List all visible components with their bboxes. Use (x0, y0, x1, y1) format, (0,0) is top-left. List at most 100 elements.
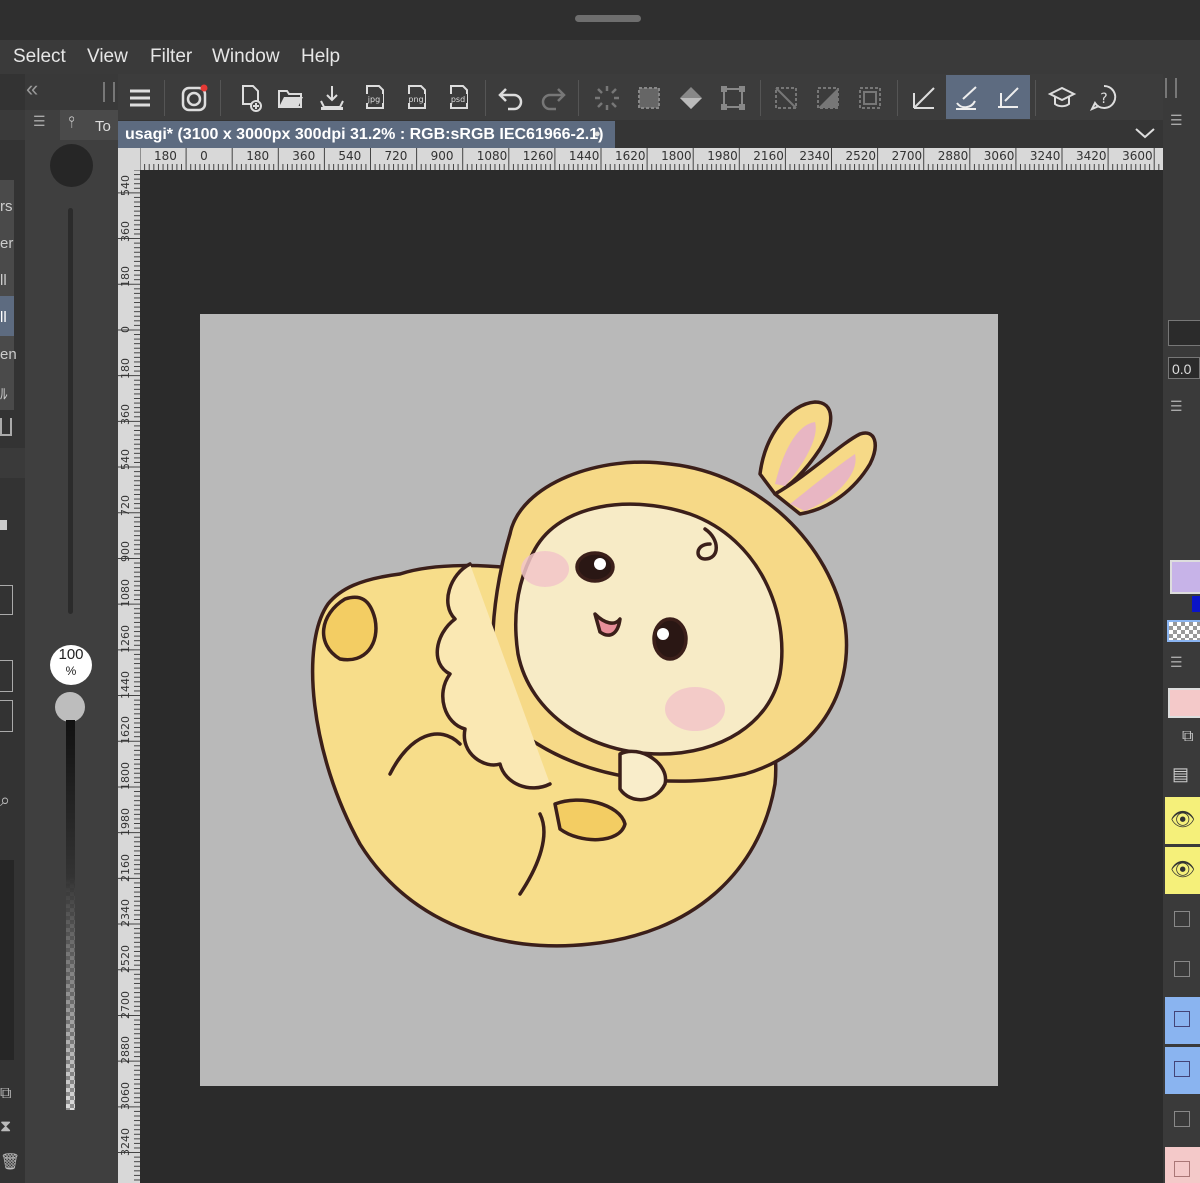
search-icon[interactable]: ⌕ (0, 790, 10, 811)
menu-view[interactable]: View (87, 46, 128, 68)
ruler-label: 0 (200, 149, 208, 163)
visibility-checkbox[interactable] (1174, 1111, 1190, 1127)
undo-button[interactable] (491, 78, 531, 118)
transform-button[interactable] (713, 78, 753, 118)
clear-selection-icon (595, 86, 619, 110)
checkbox-checked[interactable] (0, 585, 13, 615)
menu-icon[interactable]: ☰ (1170, 654, 1183, 671)
visibility-checkbox[interactable] (1174, 911, 1190, 927)
drag-handle-icon[interactable] (103, 82, 115, 102)
visibility-checkbox[interactable] (1174, 1061, 1190, 1077)
menu-icon[interactable]: ☰ (33, 113, 46, 130)
opacity-slider-knob[interactable] (55, 692, 85, 722)
trash-icon[interactable]: 🗑 (0, 1152, 20, 1172)
redo-button[interactable] (533, 78, 573, 118)
selection-border-button[interactable] (850, 78, 890, 118)
drag-handle-icon[interactable] (1165, 78, 1177, 98)
eye-icon[interactable]: 👁 (1170, 807, 1195, 832)
ruler-label: 900 (119, 540, 132, 562)
ruler-label: 360 (292, 149, 316, 163)
ruler-label: 2160 (119, 853, 132, 882)
export-jpg-icon: jpg (365, 85, 384, 109)
layer-color-swatch[interactable] (1168, 688, 1200, 718)
layer-row[interactable] (1165, 1047, 1200, 1094)
new-file-button[interactable] (230, 78, 270, 118)
open-file-button[interactable] (271, 78, 311, 118)
invert-selection-button[interactable] (808, 78, 848, 118)
layer-row[interactable]: 👁 (1165, 847, 1200, 894)
checkbox-checked[interactable] (0, 700, 13, 732)
sub-tool-item[interactable]: ll (0, 272, 7, 289)
sub-tool-item[interactable]: ﾙ (0, 383, 8, 404)
ruler-label: 540 (119, 449, 132, 471)
brush-size-slider[interactable] (68, 208, 73, 614)
eye-icon[interactable]: 👁 (1170, 857, 1195, 882)
learn-button[interactable] (1042, 78, 1082, 118)
export-png-button[interactable]: png (396, 78, 436, 118)
open-folder-icon (278, 90, 303, 108)
export-jpg-button[interactable]: jpg (354, 78, 394, 118)
ruler-label: 1260 (522, 149, 554, 163)
sub-tool-item[interactable]: ll (0, 309, 7, 326)
layer-row[interactable] (1165, 997, 1200, 1044)
help-button[interactable]: ? (1084, 78, 1124, 118)
menu-window[interactable]: Window (212, 46, 280, 68)
hide-selection-button[interactable] (766, 78, 806, 118)
ruler-label: 1080 (476, 149, 508, 163)
layer-row[interactable]: 👁 (1165, 797, 1200, 844)
layer-row[interactable] (1165, 1097, 1200, 1144)
visibility-checkbox[interactable] (1174, 961, 1190, 977)
export-psd-icon: psd (449, 85, 468, 109)
deselect-button[interactable] (587, 78, 627, 118)
ruler-label: 2700 (891, 149, 923, 163)
opacity-unit: % (65, 664, 77, 678)
tool-tab-label: To (95, 118, 111, 135)
ruler-label: 1980 (119, 807, 132, 836)
snap-special-ruler-button[interactable] (946, 78, 986, 118)
selection-border-icon (859, 87, 881, 109)
fill-button[interactable] (671, 78, 711, 118)
copy-icon[interactable]: ⧉ (0, 1085, 11, 1103)
snap-grid-button[interactable] (988, 78, 1028, 118)
checkbox-checked[interactable] (0, 660, 13, 692)
menu-icon[interactable]: ☰ (1170, 112, 1183, 129)
menu-help[interactable]: Help (301, 46, 340, 68)
sub-tool-item[interactable]: en (0, 346, 17, 363)
visibility-checkbox[interactable] (1174, 1161, 1190, 1177)
undo-icon (498, 88, 523, 111)
menu-select[interactable]: Select (13, 46, 66, 68)
trash-icon[interactable] (0, 418, 12, 436)
chevron-down-icon[interactable] (1134, 124, 1156, 147)
layer-row[interactable] (1165, 897, 1200, 944)
sub-tool-item[interactable]: er (0, 235, 13, 252)
collapse-panel-icon[interactable]: « (26, 76, 38, 102)
opacity-readout: 100 % (50, 645, 92, 685)
sub-tool-item[interactable]: rs (0, 198, 13, 215)
value-input[interactable]: 0.0 (1168, 357, 1200, 379)
hamburger-menu-button[interactable] (120, 78, 160, 118)
clip-studio-button[interactable] (174, 78, 214, 118)
menu-icon[interactable]: ☰ (1170, 398, 1183, 415)
layer-row[interactable] (1165, 947, 1200, 994)
import-button[interactable] (312, 78, 352, 118)
export-psd-button[interactable]: psd (438, 78, 478, 118)
ruler-label: 2880 (937, 149, 969, 163)
ruler-label: 3240 (1029, 149, 1061, 163)
layer-row[interactable] (1165, 1147, 1200, 1183)
merge-icon[interactable]: ⧗ (0, 1118, 11, 1136)
ruler-label: 900 (430, 149, 454, 163)
transparent-color-swatch[interactable] (1167, 620, 1200, 642)
visibility-checkbox[interactable] (1174, 1011, 1190, 1027)
menu-filter[interactable]: Filter (150, 46, 192, 68)
layer-property-icon[interactable]: ▤ (1172, 764, 1189, 785)
ruler-label: 720 (384, 149, 408, 163)
document-tab[interactable]: usagi* (3100 x 3000px 300dpi 31.2% : RGB… (118, 121, 615, 148)
navigator-thumbnail[interactable] (1168, 320, 1200, 346)
copy-layer-icon[interactable]: ⧉ (1182, 728, 1193, 746)
window-grab-handle[interactable] (575, 15, 641, 22)
bunny-illustration (310, 400, 877, 948)
ruler-snap-button[interactable] (904, 78, 944, 118)
select-all-button[interactable] (629, 78, 669, 118)
main-color-swatch[interactable] (1170, 560, 1200, 594)
sub-color-swatch[interactable] (1192, 596, 1200, 612)
